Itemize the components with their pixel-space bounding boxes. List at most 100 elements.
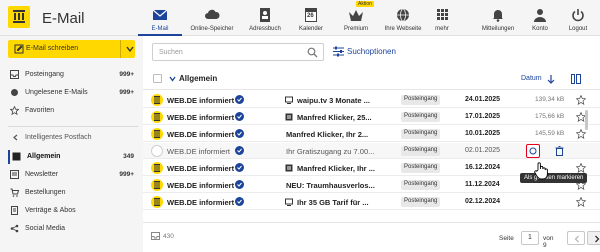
sort-by-date[interactable]: Datum <box>521 75 542 82</box>
folder-unread[interactable]: Ungelesene E-Mails 999+ <box>8 86 138 100</box>
list-title: Allgemein <box>179 74 218 83</box>
list-header: Allgemein Datum <box>143 68 600 90</box>
unread-icon <box>11 89 18 96</box>
folder-social-media[interactable]: Social Media <box>8 222 138 236</box>
prev-page-button[interactable] <box>567 231 585 245</box>
verified-icon <box>235 197 244 206</box>
logo-icon <box>13 10 25 23</box>
app-title: E-Mail <box>42 10 85 27</box>
bell-icon <box>493 10 503 22</box>
search-icon[interactable] <box>307 47 318 58</box>
folder-tag: Posteingang <box>401 129 441 139</box>
star-icon[interactable] <box>576 163 586 173</box>
top-navigation-bar: E-Mail E-Mail Online-Speicher Adressbuch… <box>0 0 600 36</box>
list-scrollbar[interactable] <box>585 110 588 130</box>
newsletter-icon <box>285 113 293 121</box>
verified-icon <box>235 146 244 155</box>
folder-orders[interactable]: Bestellungen <box>8 186 138 200</box>
tv-icon <box>285 198 293 206</box>
sender-avatar <box>151 111 163 123</box>
globe-icon <box>397 8 409 22</box>
account-icon <box>534 9 546 22</box>
star-icon <box>10 106 19 115</box>
webde-logo-icon <box>154 198 160 206</box>
cart-icon <box>10 188 19 197</box>
verified-icon <box>235 180 244 189</box>
star-icon[interactable] <box>576 95 586 105</box>
folder-inbox[interactable]: Posteingang 999+ <box>8 68 138 82</box>
chevron-right-icon <box>595 235 600 243</box>
folder-tag: Posteingang <box>401 163 441 173</box>
verified-icon <box>235 95 244 104</box>
sender-avatar <box>151 179 163 191</box>
sort-arrow-icon[interactable] <box>547 74 555 84</box>
social-icon <box>10 224 19 233</box>
mail-row-hovered[interactable]: WEB.DE informiert Ihr Gratiszugang zu 7.… <box>143 143 600 159</box>
sender-avatar <box>151 162 163 174</box>
cloud-icon <box>205 9 220 19</box>
star-icon[interactable] <box>576 129 586 139</box>
mail-list-panel: Suchen Suchoptionen Allgemein Datum WEB.… <box>143 36 600 252</box>
nav-address-book[interactable]: Adressbuch <box>243 2 287 36</box>
apps-grid-icon <box>437 9 448 20</box>
tv-icon <box>285 96 293 104</box>
compose-divider <box>120 40 121 58</box>
page-input[interactable]: 1 <box>521 231 539 245</box>
verified-icon <box>235 112 244 121</box>
sidebar: E-Mail schreiben Posteingang 999+ Ungele… <box>0 36 143 252</box>
sidebar-divider <box>8 126 138 127</box>
nav-more[interactable]: mehr <box>420 2 464 36</box>
sender-avatar <box>151 128 163 140</box>
chevron-down-icon[interactable] <box>169 76 176 82</box>
folder-tag: Posteingang <box>401 197 441 207</box>
chevron-down-icon[interactable] <box>126 45 134 53</box>
layout-toggle-icon[interactable] <box>571 74 581 84</box>
mail-row[interactable]: WEB.DE informiert Manfred Klicker, Ihr 2… <box>143 126 600 142</box>
folder-tag: Posteingang <box>401 180 441 190</box>
search-input[interactable]: Suchen <box>152 43 324 61</box>
nav-email[interactable]: E-Mail <box>138 2 182 36</box>
nav-premium[interactable]: Aktion Premium <box>334 1 378 36</box>
webde-logo-icon <box>154 130 160 138</box>
search-options-button[interactable]: Suchoptionen <box>333 46 396 59</box>
webde-logo-icon <box>154 96 160 104</box>
hand-cursor-icon <box>534 162 548 180</box>
compose-button[interactable]: E-Mail schreiben <box>8 40 135 58</box>
webde-logo[interactable] <box>8 6 30 28</box>
folder-tag: Posteingang <box>401 146 441 156</box>
nav-account[interactable]: Konto <box>521 2 559 36</box>
mail-icon <box>152 9 168 20</box>
nav-notifications[interactable]: Mitteilungen <box>475 2 521 36</box>
nav-calendar[interactable]: 26 Kalender <box>289 2 333 36</box>
folder-newsletter[interactable]: Newsletter 999+ <box>8 168 138 182</box>
folder-tag: Posteingang <box>401 95 441 105</box>
folder-favorites[interactable]: Favoriten <box>8 104 138 118</box>
select-all-checkbox[interactable] <box>153 74 162 83</box>
star-icon[interactable] <box>576 197 586 207</box>
nav-logout[interactable]: Logout <box>558 2 598 36</box>
compose-pen-icon <box>14 44 24 54</box>
folder-general[interactable]: Allgemein 349 <box>8 150 138 164</box>
mail-count: 430 <box>163 233 174 240</box>
smart-inbox-heading: Intelligentes Postfach <box>25 134 92 141</box>
sender-avatar <box>151 94 163 106</box>
verified-icon <box>235 129 244 138</box>
folder-contracts[interactable]: Verträge & Abos <box>8 204 138 218</box>
webde-logo-icon <box>154 113 160 121</box>
mail-row[interactable]: WEB.DE informiert Manfred Klicker, 25...… <box>143 109 600 125</box>
calendar-day: 26 <box>307 13 314 19</box>
contract-icon <box>11 206 18 215</box>
general-icon <box>12 152 21 161</box>
address-book-icon <box>260 8 270 22</box>
next-page-button[interactable] <box>587 231 600 245</box>
mark-as-read-button[interactable] <box>526 144 540 158</box>
nav-online-storage[interactable]: Online-Speicher <box>186 2 238 36</box>
chevron-left-icon[interactable] <box>12 134 19 141</box>
app-window: E-Mail E-Mail Online-Speicher Adressbuch… <box>0 0 600 252</box>
premium-icon <box>349 10 363 21</box>
mail-row[interactable]: WEB.DE informiert waipu.tv 3 Monate ... … <box>143 92 600 108</box>
folder-tag: Posteingang <box>401 112 441 122</box>
mail-row[interactable]: WEB.DE informiert Ihr 35 GB Tarif für ..… <box>143 194 600 210</box>
newsletter-icon <box>285 164 293 172</box>
trash-icon[interactable] <box>555 146 564 156</box>
